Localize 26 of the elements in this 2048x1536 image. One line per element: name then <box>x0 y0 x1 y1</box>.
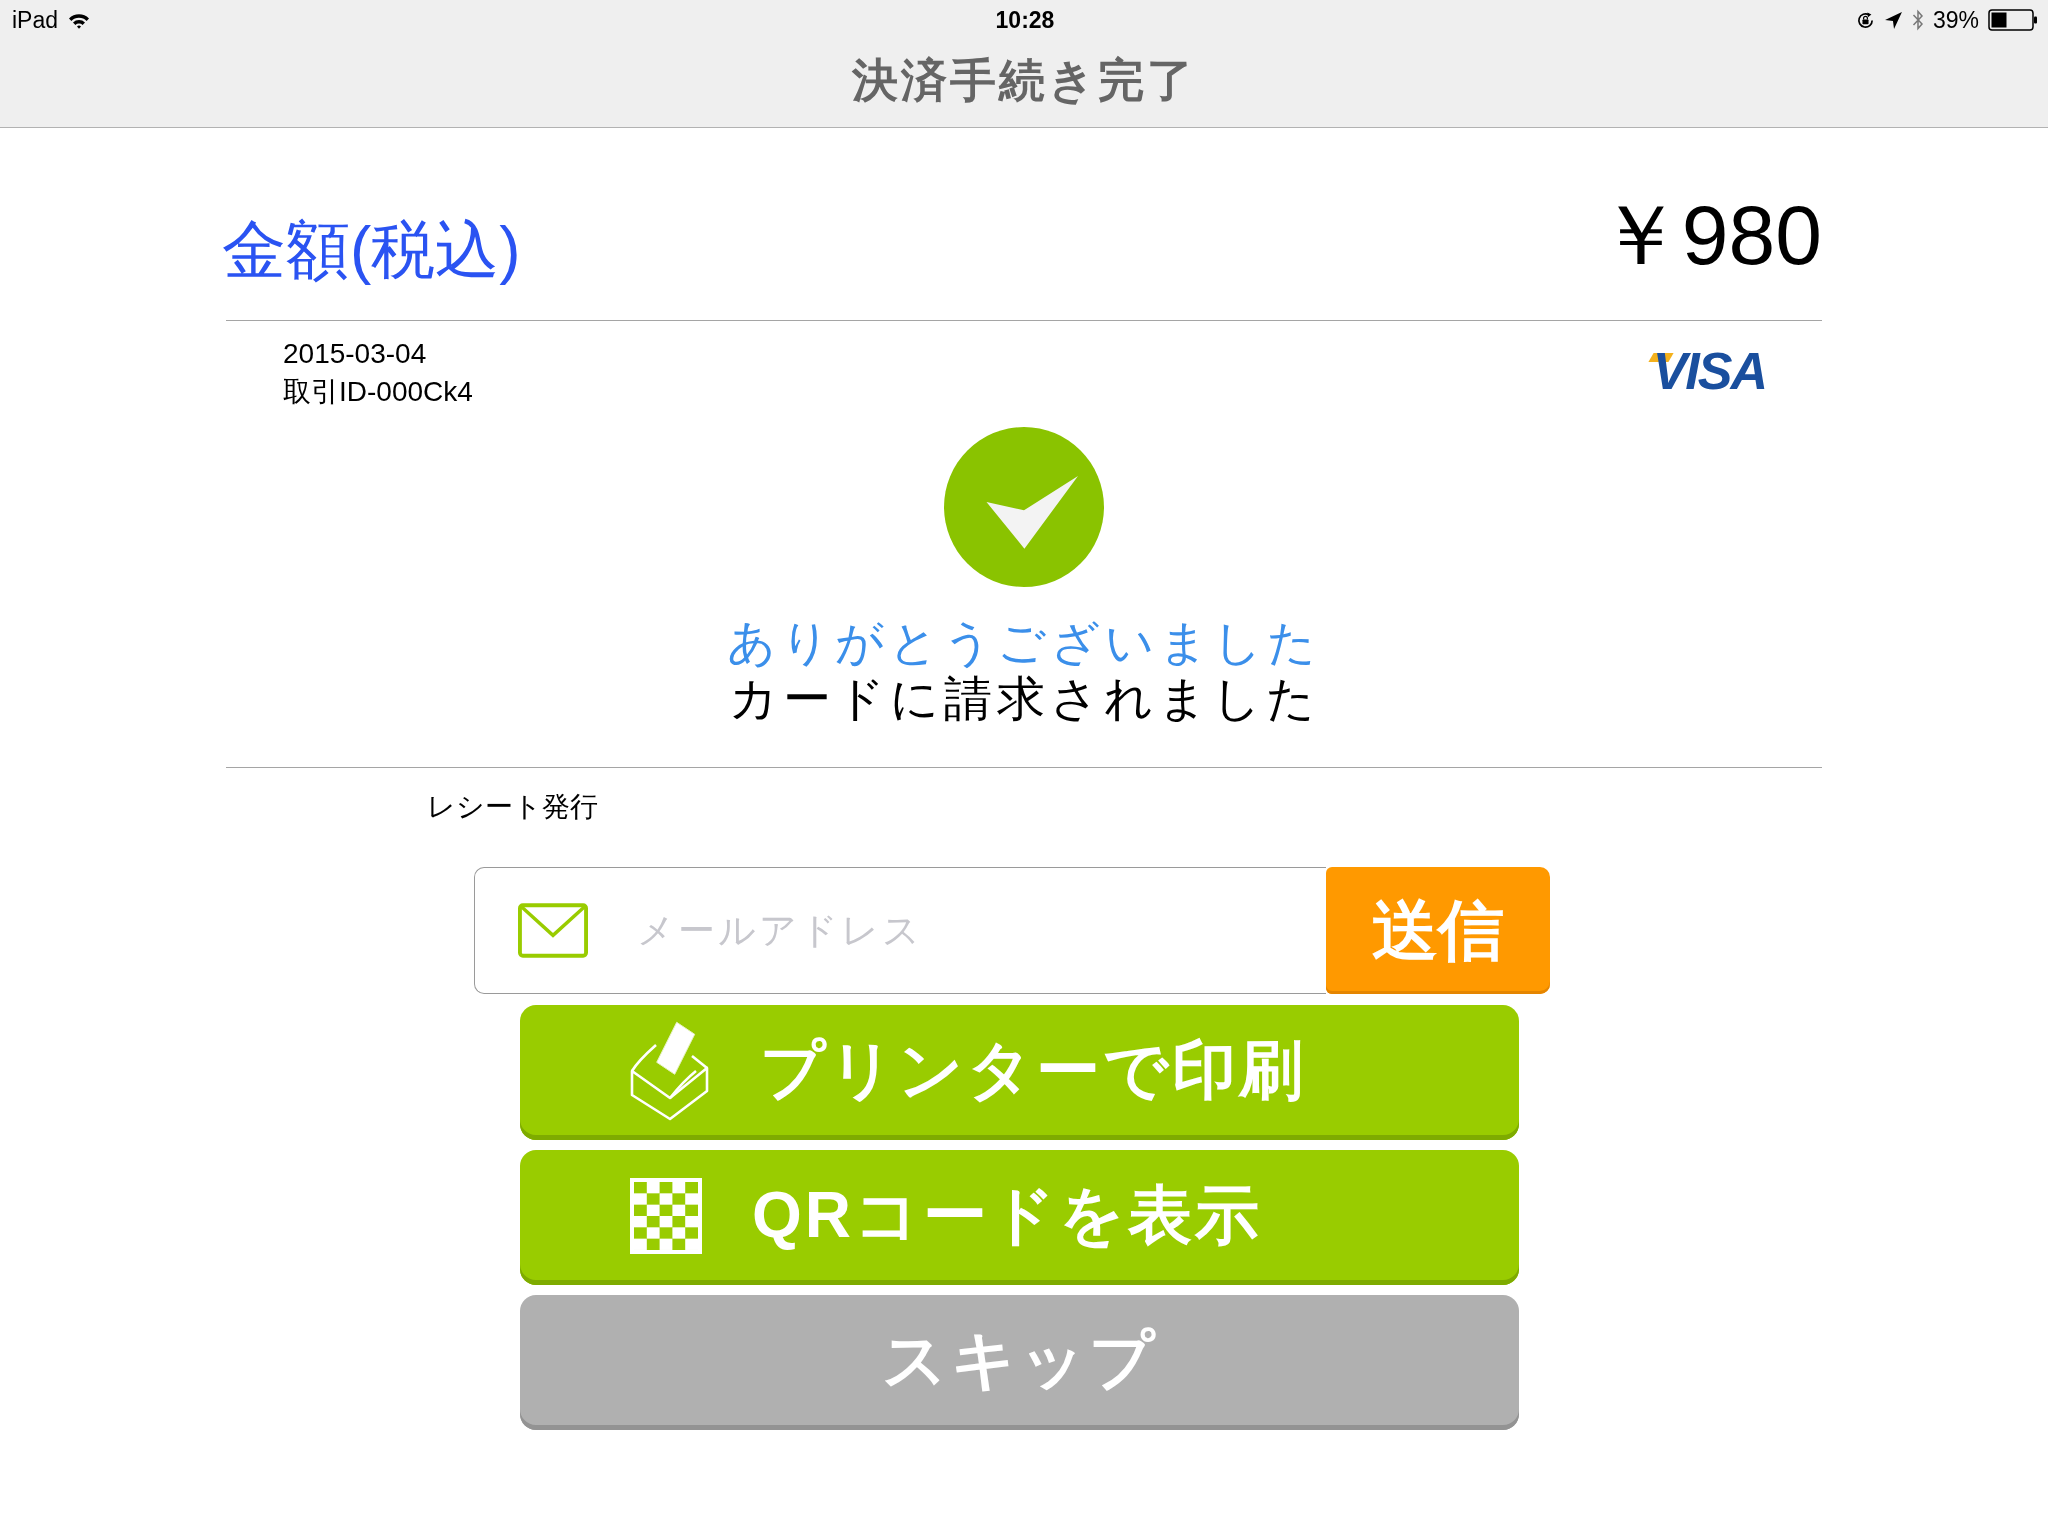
check-icon <box>944 427 1104 587</box>
send-button[interactable]: 送信 <box>1326 867 1550 994</box>
transaction-date: 2015-03-04 <box>283 337 428 371</box>
receipt-label: レシート発行 <box>427 790 598 824</box>
show-qr-code-button[interactable]: QRコードを表示 <box>520 1150 1519 1285</box>
box-with-paper-icon <box>630 1020 710 1121</box>
bluetooth-icon <box>1911 9 1924 31</box>
location-arrow-icon <box>1883 10 1903 30</box>
rotation-lock-icon <box>1855 10 1875 30</box>
skip-button[interactable]: スキップ <box>520 1295 1519 1430</box>
checkered-grid-icon <box>630 1177 702 1254</box>
battery-percentage: 39% <box>1932 6 1979 34</box>
screen-title: 決済手続き完了 <box>852 52 1196 108</box>
transaction-id: 取引ID-000Ck4 <box>283 375 473 409</box>
clock-time: 10:28 <box>995 6 1055 34</box>
email-field[interactable]: メールアドレス <box>474 867 1326 994</box>
thank-you-message: ありがとうございました <box>727 615 1321 671</box>
print-button[interactable]: プリンターで印刷 <box>520 1005 1519 1140</box>
card-brand-logo: VISA <box>1648 347 1770 395</box>
amount-label: 金額(税込) <box>222 213 521 288</box>
mail-icon <box>518 903 588 958</box>
device-name: iPad <box>12 6 59 34</box>
battery-icon <box>1988 9 2038 31</box>
amount-value: ￥980 <box>1597 190 1822 280</box>
wifi-icon <box>68 11 91 29</box>
charge-message: カードに請求されました <box>728 671 1320 727</box>
